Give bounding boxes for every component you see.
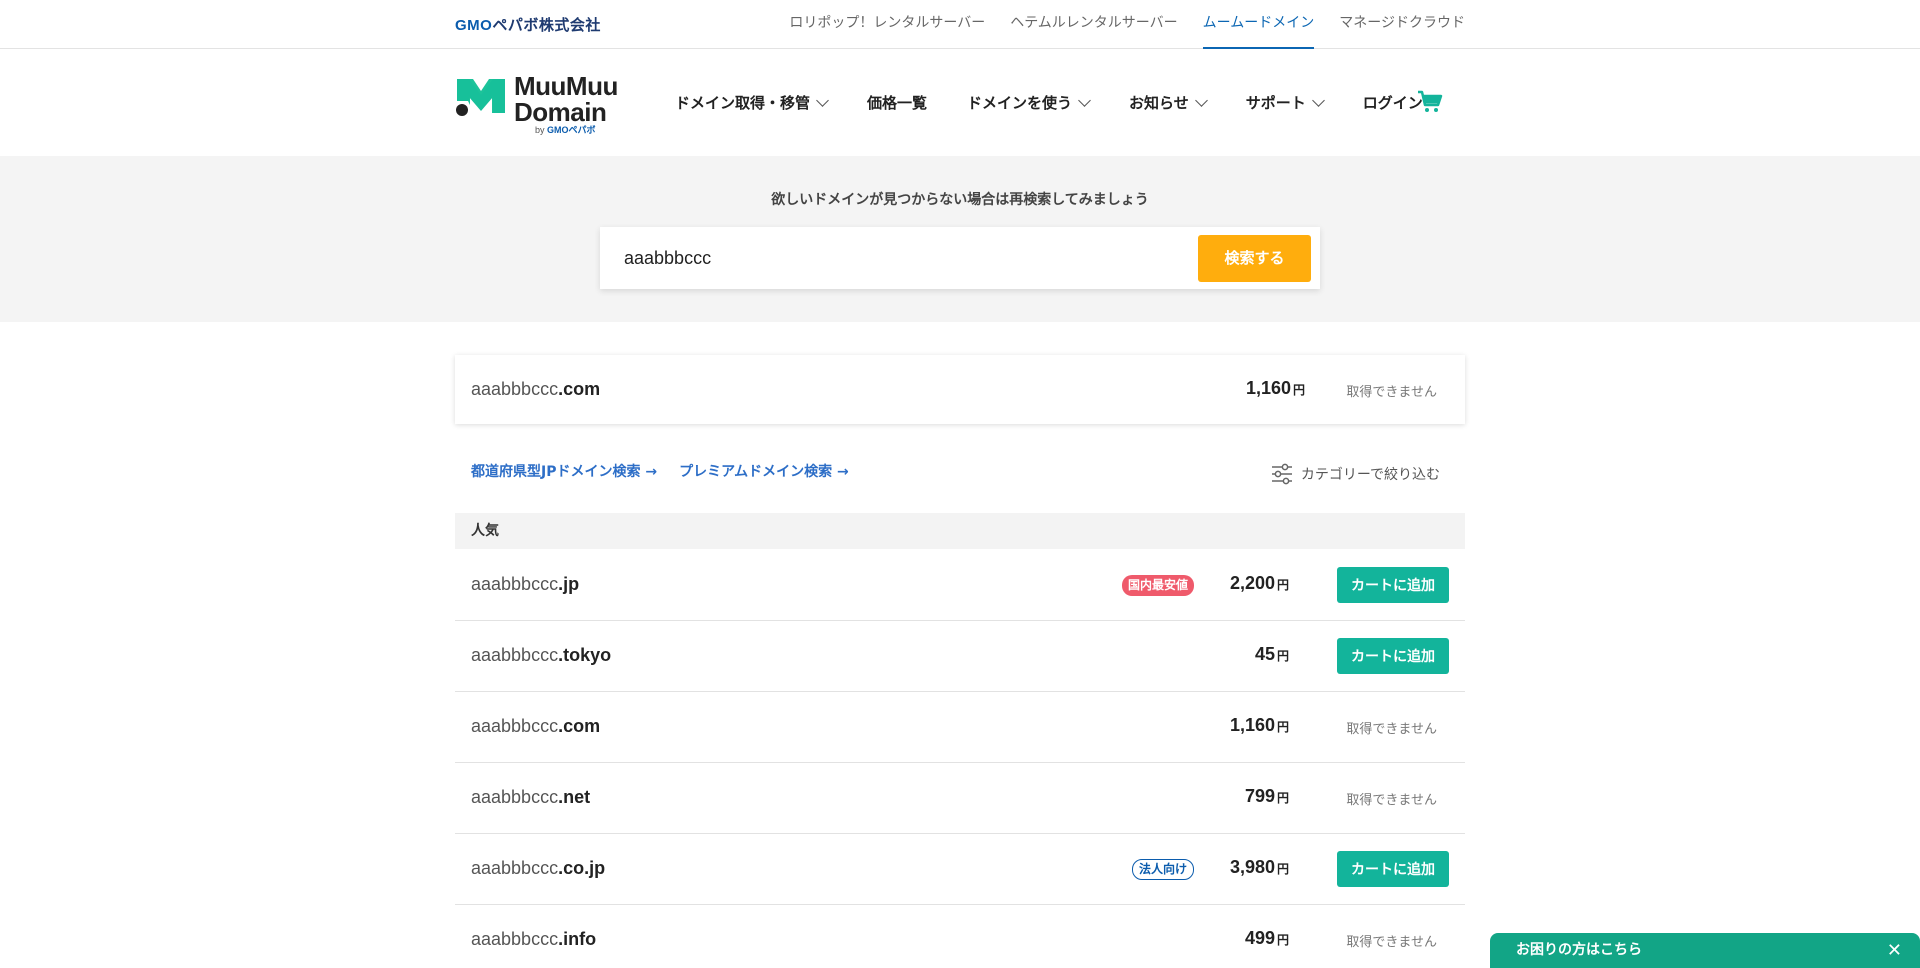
domain-price: 499 円 (1244, 928, 1289, 948)
nav-login[interactable]: ログイン (1363, 92, 1423, 113)
domain-name: aaabbbccc.net (471, 787, 591, 807)
service-links: ロリポップ！レンタルサーバー ヘテムルレンタルサーバー ムームードメイン マネー… (764, 0, 1465, 49)
muumuu-domain-logo[interactable]: MuuMuu Domain by GMOペパボ (455, 73, 625, 135)
domain-price: 2,200 円 (1229, 573, 1289, 593)
domain-price: 3,980 円 (1229, 857, 1289, 877)
logo-line2: Domain (514, 97, 607, 127)
help-chat-bar[interactable]: お困りの方はこちら ✕ (1490, 933, 1920, 968)
search-box: 検索する (600, 227, 1320, 289)
link-lolipop[interactable]: ロリポップ！レンタルサーバー (789, 0, 985, 49)
domain-name: aaabbbccc.info (471, 929, 597, 949)
list-item: aaabbbccc.net 799 円 取得できません (455, 763, 1465, 834)
list-item: aaabbbccc.co.jp 法人向け 3,980 円 カートに追加 (455, 834, 1465, 905)
add-to-cart-button[interactable]: カートに追加 (1337, 851, 1449, 887)
chevron-down-icon (1311, 93, 1325, 107)
lowest-price-badge: 国内最安値 (1121, 575, 1194, 596)
link-muumuu-domain[interactable]: ムームードメイン (1202, 0, 1314, 49)
category-header: 人気 (455, 513, 1465, 549)
search-hint: 欲しいドメインが見つからない場合は再検索してみましょう (771, 192, 1149, 208)
search-button[interactable]: 検索する (1198, 235, 1311, 282)
list-item: aaabbbccc.tokyo 45 円 カートに追加 (455, 621, 1465, 692)
site-header: MuuMuu Domain by GMOペパボ ドメイン取得・移管 価格一覧 ド… (0, 49, 1920, 156)
domain-price: 1,160 円 (1245, 378, 1305, 398)
search-section: 欲しいドメインが見つからない場合は再検索してみましょう 検索する (0, 156, 1920, 322)
chevron-down-icon (1194, 93, 1208, 107)
list-item: aaabbbccc.info 499 円 取得できません (455, 905, 1465, 968)
list-item: aaabbbccc.jp 国内最安値 2,200 円 カートに追加 (455, 550, 1465, 621)
link-heteml[interactable]: ヘテムルレンタルサーバー (1010, 0, 1177, 49)
add-to-cart-button[interactable]: カートに追加 (1337, 567, 1449, 603)
domain-price: 1,160 円 (1229, 715, 1289, 735)
cart-icon[interactable] (1417, 90, 1443, 118)
unavailable-status: 取得できません (1346, 385, 1437, 400)
domain-name: aaabbbccc.com (471, 379, 601, 399)
chevron-down-icon (1078, 93, 1091, 107)
domain-name: aaabbbccc.com (471, 716, 601, 736)
top-result-card: aaabbbccc.com 1,160 円 取得できません (455, 355, 1465, 424)
help-label: お困りの方はこちら (1516, 942, 1642, 958)
corporate-badge: 法人向け (1131, 859, 1194, 880)
nav-news[interactable]: お知らせ (1129, 92, 1208, 113)
domain-name: aaabbbccc.co.jp (471, 858, 606, 878)
nav-use-domain[interactable]: ドメインを使う (967, 92, 1091, 113)
category-filter-button[interactable]: カテゴリーで絞り込む (1271, 463, 1440, 485)
domain-name: aaabbbccc.jp (471, 574, 580, 594)
logo-byline: by GMOペパボ (535, 125, 596, 135)
domain-name: aaabbbccc.tokyo (471, 645, 612, 665)
domain-price: 799 円 (1244, 786, 1289, 806)
unavailable-status: 取得できません (1346, 722, 1437, 737)
main-nav: ドメイン取得・移管 価格一覧 ドメインを使う お知らせ サポート ログイン (675, 49, 1463, 156)
unavailable-status: 取得できません (1346, 935, 1437, 950)
add-to-cart-button[interactable]: カートに追加 (1337, 638, 1449, 674)
unavailable-status: 取得できません (1346, 793, 1437, 808)
gmo-pepabo-logo[interactable]: GMOペパボ株式会社 (455, 14, 601, 35)
top-bar: GMOペパボ株式会社 ロリポップ！レンタルサーバー ヘテムルレンタルサーバー ム… (0, 0, 1920, 49)
domain-search-input[interactable] (624, 243, 1184, 273)
logo-line1: MuuMuu (514, 71, 618, 101)
nav-price-list[interactable]: 価格一覧 (867, 92, 927, 113)
muumuu-m-icon (456, 79, 505, 116)
domain-price: 45 円 (1254, 644, 1289, 664)
list-item: aaabbbccc.com 1,160 円 取得できません (455, 692, 1465, 763)
nav-domain-acquire[interactable]: ドメイン取得・移管 (675, 92, 829, 113)
chevron-down-icon (816, 93, 829, 107)
nav-support[interactable]: サポート (1246, 92, 1325, 113)
close-icon[interactable]: ✕ (1887, 933, 1902, 968)
link-premium-domain-search[interactable]: プレミアムドメイン検索 → (679, 461, 849, 481)
filter-sliders-icon (1271, 463, 1292, 485)
link-prefecture-jp-search[interactable]: 都道府県型JPドメイン検索 → (471, 461, 657, 481)
domain-result-list: aaabbbccc.jp 国内最安値 2,200 円 カートに追加 aaabbbc… (455, 550, 1465, 968)
search-links: 都道府県型JPドメイン検索 → プレミアムドメイン検索 → (471, 461, 871, 481)
link-managed-cloud[interactable]: マネージドクラウド (1339, 0, 1465, 49)
